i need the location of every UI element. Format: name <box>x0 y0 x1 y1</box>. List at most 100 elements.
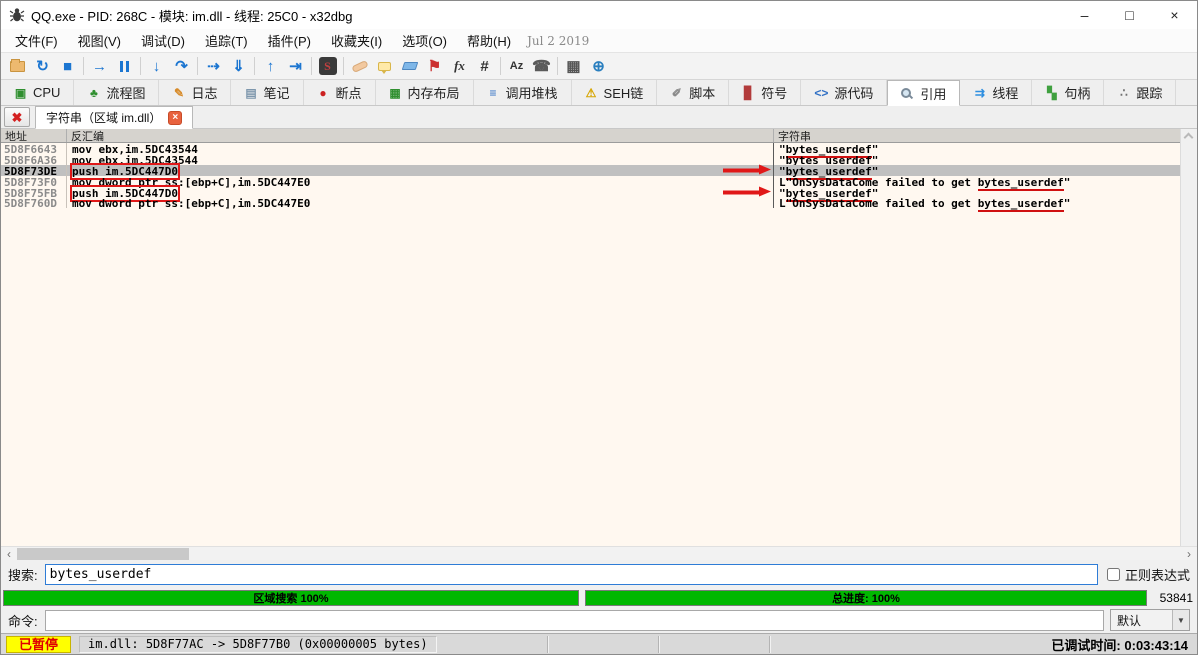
menu-plugins[interactable]: 插件(P) <box>258 29 321 52</box>
execute-till-return-icon[interactable]: ⇓ <box>226 55 251 77</box>
comments-icon <box>378 62 391 71</box>
tab-bar: ▣CPU♣流程图✎日志▤笔记●断点▦内存布局≡调用堆栈⚠SEH链✐脚本▊符号<>… <box>1 80 1197 106</box>
run-icon[interactable]: → <box>87 55 112 77</box>
tab-graph[interactable]: ♣流程图 <box>74 80 159 105</box>
functions-icon[interactable]: fx <box>447 55 472 77</box>
log-icon: ✎ <box>172 86 185 100</box>
scroll-left-icon[interactable]: ‹ <box>1 547 17 561</box>
profile-dropdown[interactable]: 默认 ▼ <box>1110 609 1190 631</box>
column-header-address[interactable]: 地址 <box>1 129 67 142</box>
table-row[interactable]: 5D8F73DEpush im.5DC447D0"bytes_userdef" <box>1 165 1180 176</box>
tab-symbols[interactable]: ▊符号 <box>729 80 801 105</box>
patch-icon[interactable] <box>347 55 372 77</box>
subtab-strings-region[interactable]: 字符串（区域 im.dll） × <box>35 106 193 129</box>
address-cell: 5D8F6643 <box>1 143 67 154</box>
tab-breakpoints[interactable]: ●断点 <box>304 80 376 105</box>
scrollbar-thumb[interactable] <box>17 548 189 560</box>
close-all-references-button[interactable]: ✖ <box>4 107 30 127</box>
command-input[interactable] <box>45 610 1104 631</box>
table-row[interactable]: 5D8F760Dmov dword ptr ss:[ebp+C],im.5DC4… <box>1 197 1180 208</box>
table-row[interactable]: 5D8F6A36mov ebx,im.5DC43544"bytes_userde… <box>1 154 1180 165</box>
search-input[interactable] <box>45 564 1098 585</box>
toolbar-separator <box>83 57 84 75</box>
menu-favourites[interactable]: 收藏夹(I) <box>321 29 392 52</box>
horizontal-scrollbar[interactable]: ‹ › <box>1 546 1197 560</box>
attach-device-icon[interactable]: ☎ <box>529 55 554 77</box>
table-row[interactable]: 5D8F6643mov ebx,im.5DC43544"bytes_userde… <box>1 143 1180 154</box>
minimize-button[interactable]: – <box>1062 1 1107 29</box>
close-tab-icon[interactable]: × <box>168 111 182 125</box>
functions-icon: fx <box>454 58 465 74</box>
table-row[interactable]: 5D8F75FBpush im.5DC447D0"bytes_userdef" <box>1 187 1180 198</box>
bookmarks-icon[interactable]: ⚑ <box>422 55 447 77</box>
tab-threads[interactable]: ⇉ 线程 <box>960 80 1032 105</box>
tab-call-stack[interactable]: ≡调用堆栈 <box>474 80 572 105</box>
run-to-user-code-icon[interactable]: ⇥ <box>283 55 308 77</box>
threads-icon: ⇉ <box>973 86 986 100</box>
tab-notes[interactable]: ▤笔记 <box>231 80 303 105</box>
status-paused-badge: 已暂停 <box>6 636 71 653</box>
source-icon: <> <box>814 86 828 100</box>
column-header-string[interactable]: 字符串 <box>774 129 1180 142</box>
menu-help[interactable]: 帮助(H) <box>457 29 521 52</box>
vertical-scrollbar[interactable] <box>1180 129 1197 546</box>
menu-view[interactable]: 视图(V) <box>68 29 131 52</box>
scroll-up-icon[interactable] <box>1184 133 1194 143</box>
status-spacer <box>437 636 1048 653</box>
tab-label: 句柄 <box>1064 83 1090 102</box>
run-to-selection-icon[interactable]: ⇢ <box>201 55 226 77</box>
tab-source[interactable]: <>源代码 <box>801 80 887 105</box>
close-all-icon: ✖ <box>12 111 23 124</box>
trace-coverage-icon[interactable]: # <box>472 55 497 77</box>
labels-icon[interactable] <box>397 55 422 77</box>
table-row[interactable]: 5D8F73F0mov dword ptr ss:[ebp+C],im.5DC4… <box>1 176 1180 187</box>
column-header-disassembly[interactable]: 反汇编 <box>67 129 774 142</box>
menu-trace[interactable]: 追踪(T) <box>195 29 258 52</box>
comments-icon[interactable] <box>372 55 397 77</box>
memory-map-icon: ▦ <box>389 86 402 100</box>
open-file-icon[interactable] <box>5 55 30 77</box>
step-into-icon[interactable]: ↓ <box>144 55 169 77</box>
tab-handles[interactable]: ▚句柄 <box>1032 80 1104 105</box>
globe-icon[interactable]: ⊕ <box>586 55 611 77</box>
total-progress-bar: 总进度: 100% <box>585 590 1147 606</box>
profile-selected-value: 默认 <box>1111 612 1172 629</box>
status-separator <box>769 636 770 653</box>
chevron-down-icon[interactable]: ▼ <box>1172 610 1189 630</box>
tab-label: 符号 <box>761 83 787 102</box>
calculator-icon[interactable]: ▦ <box>561 55 586 77</box>
menu-file[interactable]: 文件(F) <box>5 29 68 52</box>
stop-icon[interactable]: ■ <box>55 55 80 77</box>
disasm-cell: mov dword ptr ss:[ebp+C],im.5DC447E0 <box>67 197 774 208</box>
script-icon: ✐ <box>670 86 683 100</box>
x32dbg-window: QQ.exe - PID: 268C - 模块: im.dll - 线程: 25… <box>0 0 1198 655</box>
tab-seh[interactable]: ⚠SEH链 <box>572 80 658 105</box>
close-button[interactable]: × <box>1152 1 1197 29</box>
menu-options[interactable]: 选项(O) <box>392 29 457 52</box>
total-progress-label: 总进度: 100% <box>832 590 900 606</box>
pause-icon[interactable] <box>112 55 137 77</box>
tab-log[interactable]: ✎日志 <box>159 80 231 105</box>
tab-label: 内存布局 <box>408 83 460 102</box>
patch-icon <box>351 59 368 72</box>
animate-icon[interactable]: S <box>315 55 340 77</box>
table-header: 地址 反汇编 字符串 <box>1 129 1180 143</box>
tab-script[interactable]: ✐脚本 <box>657 80 729 105</box>
tab-cpu[interactable]: ▣CPU <box>1 80 74 105</box>
step-over-icon[interactable]: ↷ <box>169 55 194 77</box>
tab-memory-map[interactable]: ▦ 内存布局 <box>376 80 474 105</box>
disasm-cell: mov dword ptr ss:[ebp+C],im.5DC447E0 <box>67 176 774 187</box>
menu-debug[interactable]: 调试(D) <box>131 29 195 52</box>
tab-trace[interactable]: ∴跟踪 <box>1104 80 1176 105</box>
maximize-button[interactable]: □ <box>1107 1 1152 29</box>
preferences-case-icon[interactable]: Az <box>504 55 529 77</box>
tab-label: 跟踪 <box>1136 83 1162 102</box>
step-out-icon[interactable]: ↑ <box>258 55 283 77</box>
pause-icon <box>119 61 131 72</box>
restart-icon[interactable]: ↻ <box>30 55 55 77</box>
scroll-right-icon[interactable]: › <box>1181 547 1197 561</box>
tab-references[interactable]: 引用 <box>887 80 960 106</box>
tab-label: 线程 <box>992 83 1018 102</box>
debug-time-value: 0:03:43:14 <box>1124 638 1188 653</box>
regex-checkbox[interactable] <box>1107 568 1120 581</box>
